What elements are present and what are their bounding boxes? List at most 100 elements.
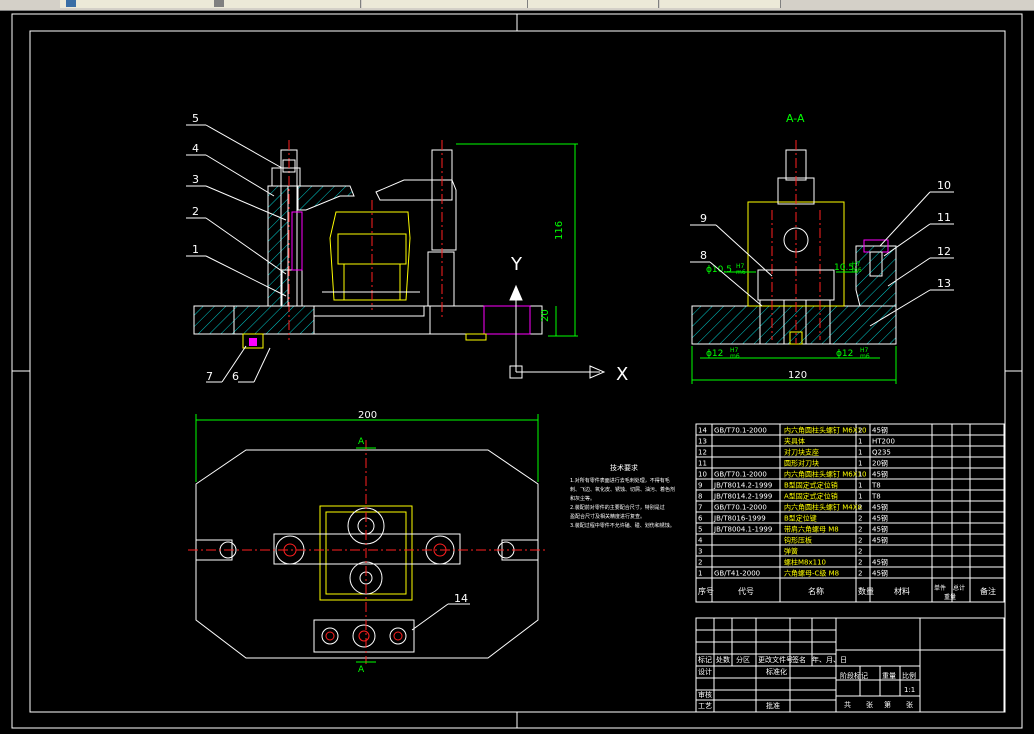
bom-cell-qty: 2 bbox=[858, 570, 862, 578]
bom-cell-qty: 1 bbox=[858, 471, 862, 479]
dim-200: 200 bbox=[358, 410, 377, 421]
bom-cell-qty: 2 bbox=[858, 548, 862, 556]
bom-cell-name: 螺柱M8x110 bbox=[784, 558, 826, 567]
bom-cell-qty: 2 bbox=[858, 515, 862, 523]
balloon-1: 1 bbox=[192, 243, 199, 256]
bom-cell-mat: 45钢 bbox=[872, 525, 888, 534]
bom-cell-no: 13 bbox=[698, 438, 707, 446]
bom-cell-no: 8 bbox=[698, 493, 702, 501]
bom-cell-no: 7 bbox=[698, 504, 702, 512]
bom-cell-code: GB/T70.1-2000 bbox=[714, 471, 767, 479]
bom-header-qty: 数量 bbox=[858, 586, 874, 596]
tech-line: 和灰尘等。 bbox=[570, 495, 595, 502]
bom-cell-no: 2 bbox=[698, 559, 702, 567]
bom-cell-mat: 45钢 bbox=[872, 426, 888, 435]
bom-cell-no: 3 bbox=[698, 548, 702, 556]
tb-scale-value: 1:1 bbox=[904, 686, 915, 694]
tech-requirements: 技术要求 1.对所有零件表面进行去毛刺处理，不得有毛 刺、飞边、氧化皮、锈蚀、切… bbox=[570, 463, 675, 529]
balloon-13: 13 bbox=[937, 277, 951, 290]
bom-cell-mat: 45钢 bbox=[872, 536, 888, 545]
window-tab[interactable] bbox=[200, 0, 361, 8]
bom-cell-name: 对刀块支座 bbox=[784, 448, 819, 457]
ucs-icon bbox=[509, 284, 606, 379]
bom-cell-name: 内六角圆柱头螺钉 M6X10 bbox=[784, 426, 866, 435]
bom-cell-name: 钩形压板 bbox=[784, 536, 812, 545]
tb-places: 处数 bbox=[716, 655, 730, 664]
bom-cell-mat: 45钢 bbox=[872, 514, 888, 523]
bom-cell-qty: 1 bbox=[858, 482, 862, 490]
sheet-frame bbox=[11, 13, 1023, 729]
bom-cell-qty: 1 bbox=[858, 460, 862, 468]
tb-scale: 比例 bbox=[902, 671, 916, 680]
bom-cell-no: 1 bbox=[698, 570, 702, 578]
dim-120: 120 bbox=[788, 370, 807, 381]
tb-change-doc: 更改文件号 bbox=[758, 655, 793, 664]
bom-header-no: 序号 bbox=[698, 586, 714, 596]
fit-m6-left-upper: m6 bbox=[736, 269, 746, 276]
balloon-6: 6 bbox=[232, 370, 239, 383]
window-tab[interactable] bbox=[60, 0, 201, 8]
bom-cell-mat: T8 bbox=[871, 493, 881, 501]
window-tab[interactable] bbox=[528, 0, 659, 8]
bom-cell-qty: 1 bbox=[858, 449, 862, 457]
bom-header-note: 备注 bbox=[980, 586, 996, 596]
balloon-11: 11 bbox=[937, 211, 951, 224]
bom-cell-no: 14 bbox=[698, 427, 707, 435]
tb-stage-mark: 阶段标记 bbox=[840, 671, 868, 680]
tb-weight: 重量 bbox=[882, 672, 896, 680]
fit-m6-right-lower: m6 bbox=[860, 353, 870, 360]
bom-cell-mat: 20钢 bbox=[872, 459, 888, 468]
balloon-9: 9 bbox=[700, 212, 707, 225]
tb-mark: 标记 bbox=[698, 655, 712, 664]
bom-cell-name: 内六角圆柱头螺钉 M4X8 bbox=[784, 503, 862, 512]
axis-x-label: X bbox=[616, 364, 628, 385]
bom-cell-no: 5 bbox=[698, 526, 702, 534]
bom-cell-code: JB/T8014.2-1999 bbox=[713, 493, 772, 501]
tb-standard: 标准化 bbox=[766, 667, 787, 676]
bom-cell-no: 12 bbox=[698, 449, 707, 457]
tb-total: 共 bbox=[844, 700, 851, 709]
section-view-label: A-A bbox=[786, 112, 805, 125]
bill-of-materials: 14 GB/T70.1-2000 内六角圆柱头螺钉 M6X102 45钢13 夹具体 1 H… bbox=[695, 423, 1005, 603]
window-tab[interactable] bbox=[362, 0, 528, 8]
top-view bbox=[188, 414, 546, 664]
bom-cell-no: 10 bbox=[698, 471, 707, 479]
bom-cell-qty: 1 bbox=[858, 493, 862, 501]
window-tab[interactable] bbox=[660, 0, 781, 8]
bom-cell-code: GB/T70.1-2000 bbox=[714, 427, 767, 435]
app-icon bbox=[66, 0, 76, 7]
bom-cell-mat: 45钢 bbox=[872, 569, 888, 578]
tb-review: 审核 bbox=[698, 690, 712, 699]
bom-header-total: 总计 bbox=[953, 584, 965, 592]
bom-cell-qty: 2 bbox=[858, 559, 862, 567]
bom-cell-no: 6 bbox=[698, 515, 703, 523]
bom-cell-code: JB/T8016-1999 bbox=[713, 515, 766, 523]
bom-cell-mat: Q235 bbox=[872, 449, 891, 457]
bom-cell-name: 弹簧 bbox=[784, 547, 798, 556]
bom-cell-qty: 2 bbox=[858, 504, 862, 512]
cad-drawing-canvas[interactable]: 116 20 Y X 5 4 3 2 1 7 6 A-A 120 ϕ10.5 H… bbox=[0, 10, 1034, 734]
bom-cell-name: 夹具体 bbox=[784, 437, 805, 446]
section-mark-bottom: A bbox=[358, 665, 365, 675]
bom-header-code: 代号 bbox=[738, 586, 754, 596]
dim-20: 20 bbox=[540, 309, 551, 322]
bom-cell-name: 六角螺母-C级 M8 bbox=[784, 569, 839, 578]
bom-cell-name: B型固定式定位销 bbox=[784, 481, 838, 490]
bom-header-weight: 重量 bbox=[944, 593, 956, 601]
balloon-10: 10 bbox=[937, 179, 951, 192]
bom-header-name: 名称 bbox=[808, 586, 824, 596]
balloon-5: 5 bbox=[192, 112, 199, 125]
bom-cell-name: B型定位键 bbox=[784, 514, 817, 523]
front-view bbox=[193, 140, 543, 349]
tb-sheet-no: 张 bbox=[866, 700, 873, 709]
bom-header-mat: 材料 bbox=[894, 586, 910, 596]
bom-cell-qty: 1 bbox=[858, 438, 862, 446]
tech-line: 2.装配前对零件的主要配合尺寸，特别是过 bbox=[570, 504, 665, 511]
section-mark-top: A bbox=[358, 437, 365, 447]
bom-cell-code: JB/T8014.2-1999 bbox=[713, 482, 772, 490]
bom-header-unit: 单件 bbox=[934, 584, 946, 592]
axis-y-label: Y bbox=[510, 254, 523, 275]
tb-sheet: 第 bbox=[884, 700, 891, 709]
section-view bbox=[691, 140, 897, 345]
tb-design: 设计 bbox=[698, 667, 712, 676]
